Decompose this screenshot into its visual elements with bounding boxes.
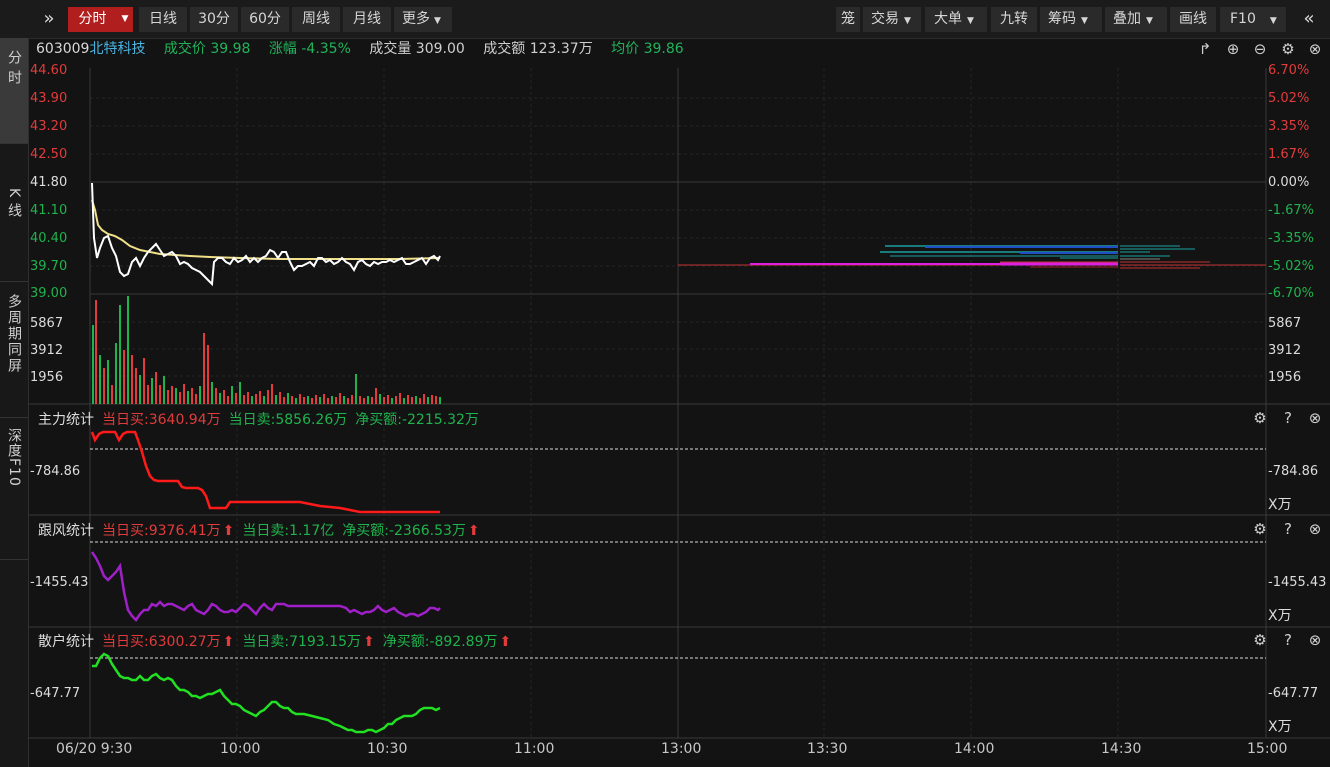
sell-field: 当日卖:5856.26万 [229, 412, 348, 428]
net-field: 净买额:-892.89万 ⬆ [383, 634, 512, 650]
help-icon[interactable]: ? [1279, 409, 1297, 427]
price-line [91, 182, 441, 287]
buy-field: 当日买:3640.94万 [102, 412, 221, 428]
panel-unit: X万 [1268, 719, 1292, 735]
main-force-line [90, 430, 440, 514]
panel-axis-tick: -784.86 [1268, 464, 1319, 479]
time-tick: 11:00 [514, 741, 555, 757]
close-icon[interactable]: ⊗ [1306, 631, 1324, 649]
time-tick: 06/20 9:30 [56, 741, 133, 757]
panel-unit: X万 [1268, 497, 1292, 513]
net-value: -2366.53万 [388, 523, 466, 539]
settings-icon[interactable]: ⚙ [1251, 409, 1269, 427]
time-tick: 10:00 [220, 741, 261, 757]
up-arrow-icon: ⬆ [499, 634, 512, 650]
help-icon[interactable]: ? [1279, 631, 1297, 649]
net-label: 净买额: [342, 523, 389, 539]
settings-icon[interactable]: ⚙ [1251, 631, 1269, 649]
time-tick: 13:00 [661, 741, 702, 757]
sell-value: 7193.15万 [289, 634, 361, 650]
buy-label: 当日买: [102, 523, 149, 539]
volume-bars [92, 296, 441, 404]
panel-axis-tick: -1455.43 [1268, 575, 1327, 590]
panel-retail-title: 散户统计 当日买:6300.27万 ⬆ 当日卖:7193.15万 ⬆ 净买额:-892.8… [38, 631, 519, 651]
time-tick: 14:30 [1101, 741, 1142, 757]
buy-label: 当日买: [102, 412, 149, 428]
up-arrow-icon: ⬆ [222, 634, 235, 650]
buy-field: 当日买:9376.41万 ⬆ [102, 523, 234, 539]
sell-value: 5856.26万 [275, 412, 348, 428]
time-tick: 10:30 [367, 741, 408, 757]
buy-value: 9376.41万 [148, 523, 221, 539]
net-field: 净买额:-2215.32万 [355, 412, 479, 428]
panel-axis-tick: -647.77 [30, 686, 81, 701]
order-book-bars [678, 245, 1266, 269]
help-icon[interactable]: ? [1279, 520, 1297, 538]
up-arrow-icon: ⬆ [362, 634, 375, 650]
sell-value: 1.17亿 [289, 523, 335, 539]
sell-label: 当日卖: [228, 412, 276, 428]
sell-label: 当日卖: [242, 523, 290, 539]
settings-icon[interactable]: ⚙ [1251, 520, 1269, 538]
panel-axis-tick: -647.77 [1268, 686, 1319, 701]
net-label: 净买额: [382, 634, 430, 650]
buy-field: 当日买:6300.27万 ⬆ [102, 634, 234, 650]
panel-title-label: 主力统计 [38, 412, 94, 428]
net-label: 净买额: [355, 412, 402, 428]
panel-axis-tick: -784.86 [30, 464, 81, 479]
sell-label: 当日卖: [242, 634, 290, 650]
close-icon[interactable]: ⊗ [1306, 520, 1324, 538]
panel-axis-tick: -1455.43 [30, 575, 89, 590]
up-arrow-icon: ⬆ [467, 523, 480, 539]
panel-main-force-title: 主力统计 当日买:3640.94万 当日卖:5856.26万 净买额:-2215.32… [38, 409, 487, 429]
buy-value: 3640.94万 [148, 412, 221, 428]
net-field: 净买额:-2366.53万 ⬆ [342, 523, 479, 539]
time-tick: 15:00 [1247, 741, 1288, 757]
follow-line [90, 551, 441, 622]
net-value: -892.89万 [429, 634, 498, 650]
buy-label: 当日买: [102, 634, 149, 650]
panel-follow-title: 跟风统计 当日买:9376.41万 ⬆ 当日卖:1.17亿 净买额:-2366.53万 ⬆ [38, 520, 488, 540]
close-icon[interactable]: ⊗ [1306, 409, 1324, 427]
sell-field: 当日卖:1.17亿 [242, 523, 334, 539]
panel-unit: X万 [1268, 608, 1292, 624]
panel-title-label: 散户统计 [38, 634, 94, 650]
up-arrow-icon: ⬆ [222, 523, 235, 539]
avg-price-line [91, 199, 441, 260]
chart-canvas[interactable] [0, 0, 1330, 767]
sell-field: 当日卖:7193.15万 ⬆ [242, 634, 374, 650]
buy-value: 6300.27万 [148, 634, 221, 650]
time-tick: 14:00 [954, 741, 995, 757]
panel-title-label: 跟风统计 [38, 523, 94, 539]
net-value: -2215.32万 [401, 412, 479, 428]
retail-line [92, 652, 441, 734]
time-tick: 13:30 [807, 741, 848, 757]
